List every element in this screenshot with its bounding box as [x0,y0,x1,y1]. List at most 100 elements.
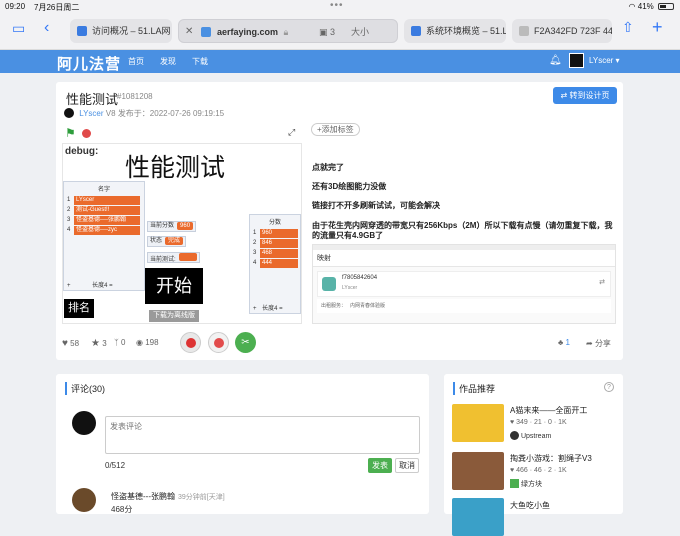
sidebar-icon[interactable]: ▭ [12,20,25,37]
comments-title: 评论(30) [65,382,105,395]
description-line: 由于花生壳内网穿透的带宽只有256Kbps（2M）所以下载有点慢（请勿重复下载，… [312,221,613,240]
list-item: 1 LYscer [67,196,141,205]
tab-favicon-icon [519,26,529,36]
list-item: 4 444 [253,259,298,268]
forks[interactable]: ᛉ 0 [114,338,126,347]
tab-label: F2A342FD 723F 44 [534,26,612,36]
tab-favicon-icon [201,27,211,37]
battery-icon [658,3,674,10]
heart-icon: ♥ [510,419,515,426]
author-name[interactable]: LYscer [79,109,103,118]
works-title: 作品推荐 [453,382,495,395]
screenshot-title: 映射 [313,250,615,267]
views: ◉ 198 [136,338,159,347]
work-thumb[interactable] [452,452,504,490]
work-thumb[interactable] [452,498,504,536]
score-list-footer: + 长度4 = [253,306,283,312]
project-card: 性能测试 #1081208 LYscer V8 发布于：2022-07-26 0… [56,82,623,360]
commenter-avatar[interactable] [72,488,96,512]
user-avatar[interactable] [569,53,584,68]
share-icon[interactable]: ⇧ [622,19,634,36]
share-arrow-icon: ➦ [586,339,593,348]
help-icon[interactable]: ? [604,382,614,392]
likes[interactable]: ♥ 58 [62,338,79,349]
start-button[interactable]: 开始 [145,268,203,304]
work-title[interactable]: 大鱼吃小鱼 [510,500,550,511]
comment-counter: 0/512 [105,461,126,470]
submit-comment-button[interactable]: 发表 [368,458,392,473]
screenshot-item: f7805842604 LYscer ⇄ [317,271,611,297]
tab-aerfaying[interactable]: ✕ aerfaying.com 🔒︎ ▣ 3 大小 [178,19,398,43]
description-line: 链接打不开多刷新试试，可能会解决 [312,201,440,210]
nav-home[interactable]: 首页 [128,56,144,67]
nav-discover[interactable]: 发现 [160,56,176,67]
tools-icon[interactable]: ✂ [235,332,256,353]
add-tag-button[interactable]: +添加标签 [311,123,360,136]
header-username[interactable]: LYscer ▾ [589,56,620,65]
heart-icon: ♥ [62,338,68,349]
goto-design-button[interactable]: ⇄ 转到设计页 [553,87,617,104]
work-author[interactable]: 绿方块 [510,479,542,489]
tab-label: 访问概况 – 51.LA网 [92,26,171,36]
monitor-status: 状态 完成 [147,236,187,247]
fork-icon: ᛉ [114,338,119,347]
project-id: #1081208 [117,92,153,101]
url-text[interactable]: aerfaying.com [217,27,278,37]
battery-percent: 41% [637,2,654,11]
nav-download[interactable]: 下载 [192,56,208,67]
stage-heading: 性能测试 [125,154,226,182]
comment-input[interactable] [105,416,420,454]
work-title[interactable]: A猫末来——全面开工 [510,405,587,416]
site-logo[interactable]: 阿儿法营 [57,53,121,74]
tab-51la-overview[interactable]: 访问概况 – 51.LA网 [70,19,172,43]
swap-icon: ⇄ [599,279,605,286]
score-list: 分数 1 960 2 846 3 468 4 444 + 长度4 = [249,214,301,314]
download-offline-button[interactable]: 下载为离线版 [149,310,199,322]
close-tab-icon[interactable]: ✕ [185,20,193,42]
description-line: 点就完了 [312,163,344,172]
tab-label: 系统环境概览 – 51.L [426,26,506,36]
author-level: V8 [105,109,116,118]
badge-icon[interactable] [180,332,201,353]
app-icon [322,277,336,291]
pen-icon[interactable] [208,332,229,353]
lock-icon: 🔒︎ [283,27,289,37]
work-title[interactable]: 掏粪小游戏：割绳子V3 [510,453,592,464]
browser-tab-bar: ▭ ‹ 访问概况 – 51.LA网 ✕ aerfaying.com 🔒︎ ▣ 3… [0,14,680,50]
tab-group-icon[interactable]: ▣ 3 [319,20,335,42]
share-button[interactable]: ➦ 分享 [586,338,611,349]
new-tab-icon[interactable]: + [652,17,663,38]
author-avatar[interactable] [64,108,74,118]
back-icon[interactable]: ‹ [44,19,49,37]
project-stage[interactable]: debug: 性能测试 名字 1 LYscer 2 测试-Guest!! 3 怪盗基德… [62,143,302,324]
names-list-footer: + 长度4 = [67,283,113,289]
stop-icon[interactable] [82,129,91,138]
text-size-label[interactable]: 大小 [351,20,369,42]
work-thumb[interactable] [452,404,504,442]
status-bar: 09:20 7月26日周二 ••• ◠ 41% [0,0,680,14]
share-tree[interactable]: ♣ 1 [558,338,570,347]
tab-favicon-icon [77,26,87,36]
commenter-name[interactable]: 怪盗基德---张鹏翰 [111,491,175,502]
list-item: 3 468 [253,249,298,258]
work-stats: ♥ 466 · 46 · 2 · 1K [510,467,567,474]
work-author[interactable]: Upstream [510,431,551,440]
multitask-dots[interactable]: ••• [330,0,344,11]
tab-51la-system[interactable]: 系统环境概览 – 51.L [404,19,506,43]
tab-file[interactable]: F2A342FD 723F 44 [512,19,612,43]
item-id: f7805842604 [342,275,378,281]
my-avatar [72,411,96,435]
eye-icon: ◉ [136,338,143,347]
works-card: 作品推荐 ? A猫末来——全面开工 ♥ 349 · 21 · 0 · 1K Up… [444,374,623,536]
stars[interactable]: ★ 3 [91,338,107,349]
list-item: 1 960 [253,229,298,238]
bell-icon[interactable]: 🔔︎ [549,55,562,66]
green-flag-icon[interactable]: ⚑ [65,126,76,140]
publish-time: 发布于：2022-07-26 09:19:15 [117,109,225,118]
rank-button[interactable]: 排名 [64,299,94,318]
fullscreen-icon[interactable]: ⤢ [288,127,295,138]
cancel-comment-button[interactable]: 取消 [395,458,419,473]
heart-icon: ♥ [510,467,515,474]
names-list: 名字 1 LYscer 2 测试-Guest!! 3 怪盗基德----张鹏翰 4 怪盗基… [63,181,145,291]
item-user: LYscer [342,285,358,291]
